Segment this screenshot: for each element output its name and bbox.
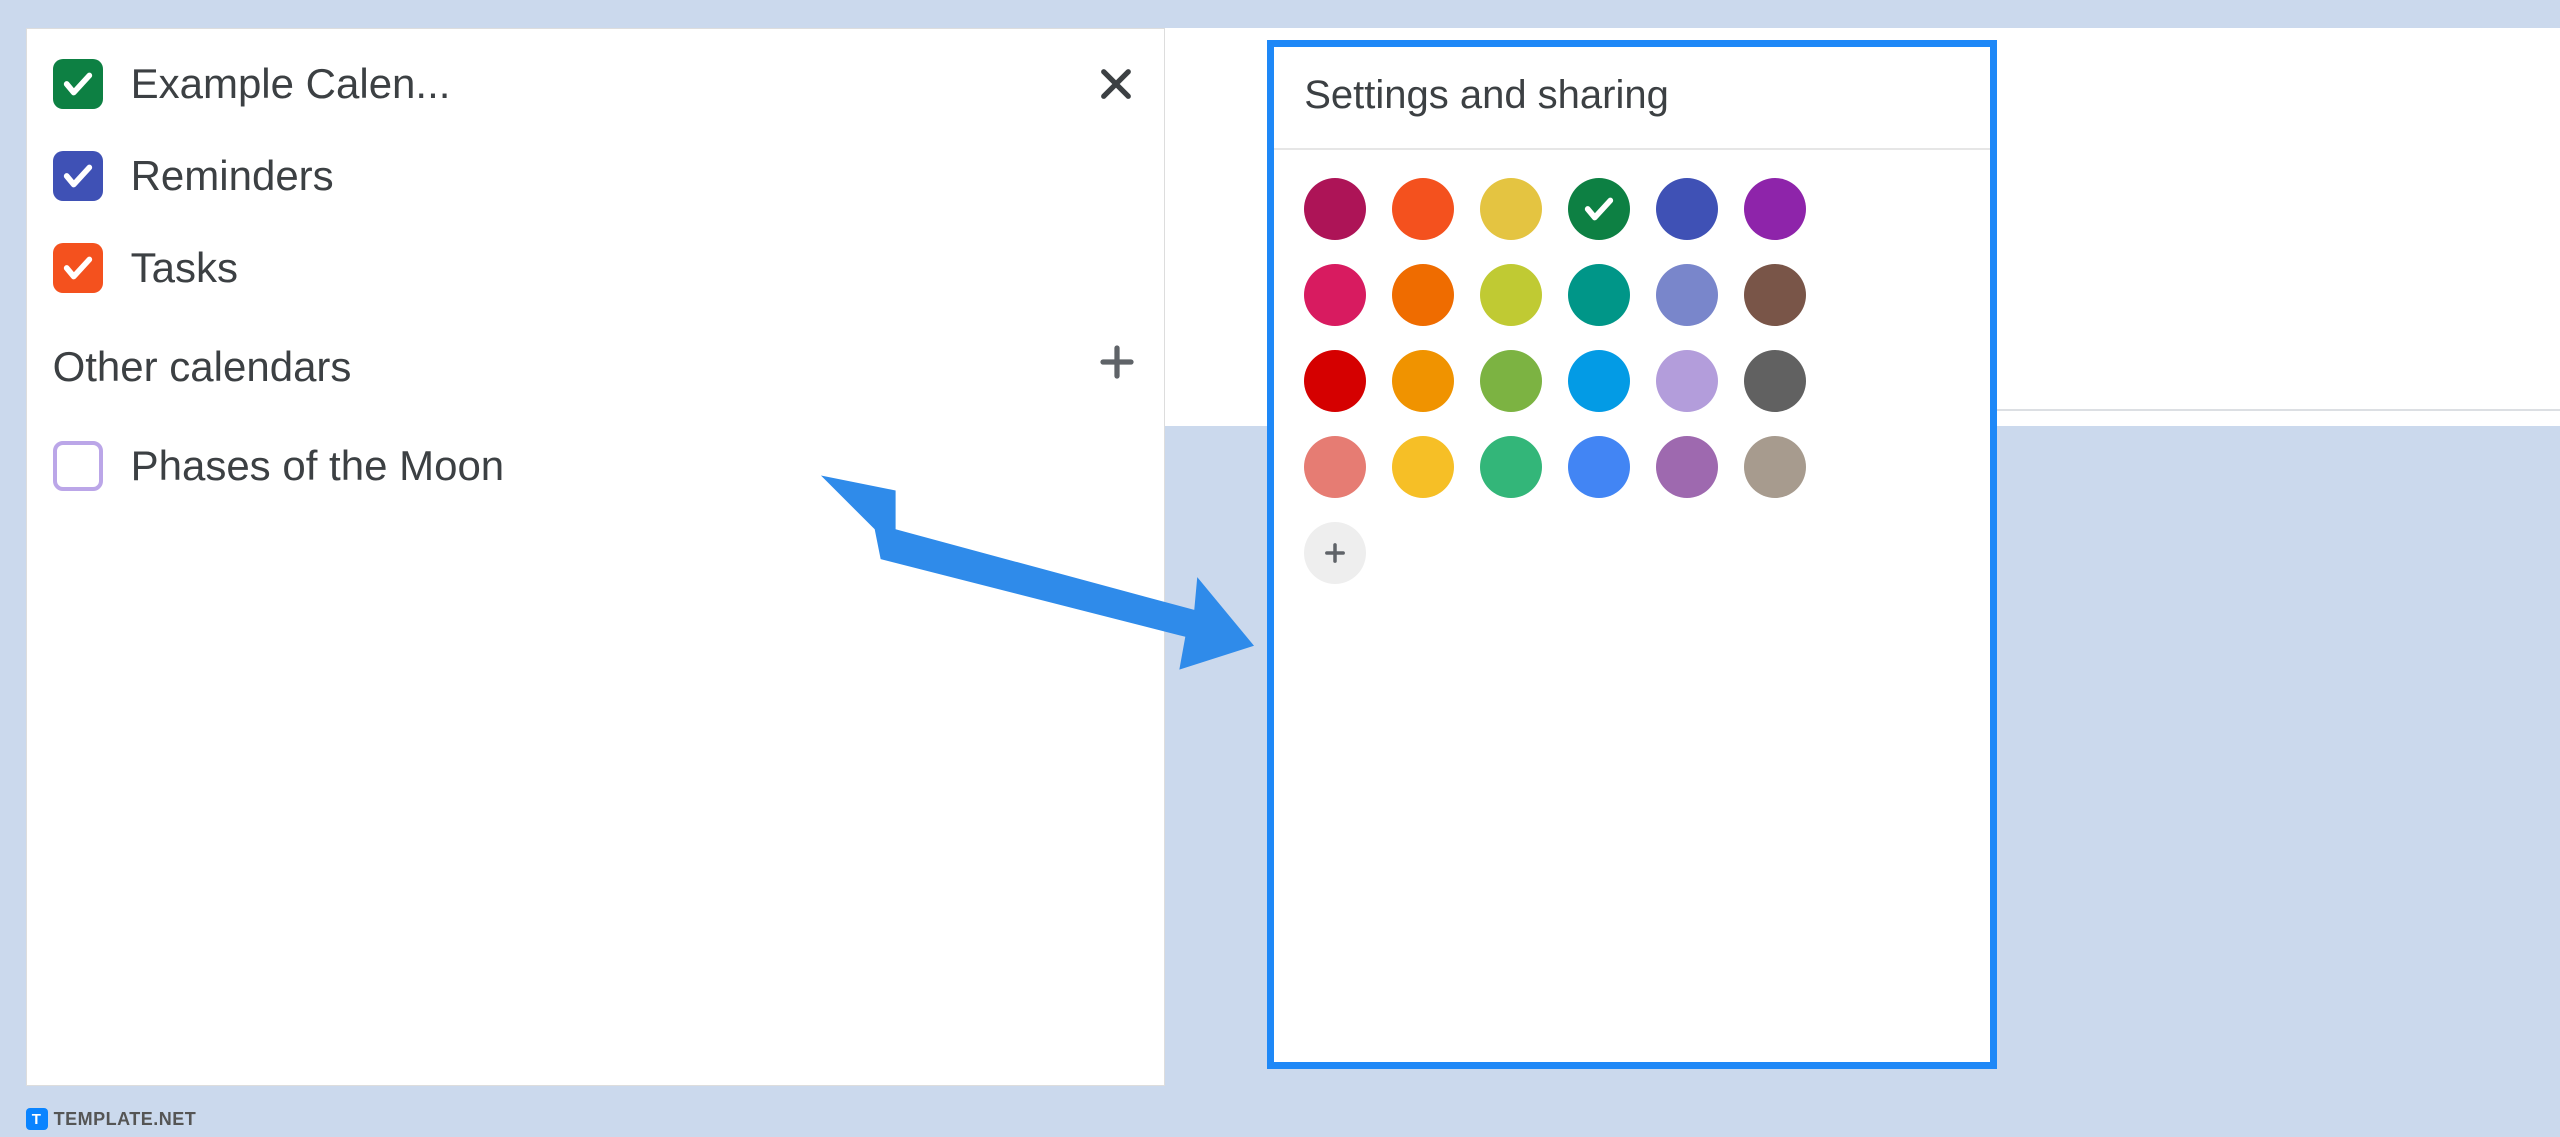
plus-icon (1321, 539, 1349, 567)
calendar-checkbox-empty[interactable] (53, 441, 103, 491)
calendar-checkbox[interactable] (53, 243, 103, 293)
checkmark-icon (1582, 192, 1616, 226)
color-swatch[interactable] (1304, 178, 1366, 240)
calendar-item-tasks[interactable]: Tasks (53, 243, 1138, 293)
color-swatch[interactable] (1568, 178, 1630, 240)
color-swatch[interactable] (1392, 178, 1454, 240)
canvas: Example Calen... Reminders Tasks Other c… (0, 0, 2560, 1137)
color-swatch[interactable] (1744, 350, 1806, 412)
color-swatch[interactable] (1304, 436, 1366, 498)
color-swatch-grid (1274, 150, 1990, 612)
calendar-label: Tasks (131, 244, 1138, 292)
color-swatch[interactable] (1568, 436, 1630, 498)
color-swatch[interactable] (1568, 350, 1630, 412)
color-swatch[interactable] (1480, 178, 1542, 240)
color-swatch[interactable] (1568, 264, 1630, 326)
color-swatch[interactable] (1480, 436, 1542, 498)
add-custom-color-button[interactable] (1304, 522, 1366, 584)
checkmark-icon (61, 251, 95, 285)
popup-title[interactable]: Settings and sharing (1274, 47, 1990, 150)
watermark: T TEMPLATE.NET (26, 1108, 197, 1130)
watermark-badge: T (26, 1108, 48, 1130)
calendar-label: Phases of the Moon (131, 442, 1138, 490)
color-swatch[interactable] (1392, 264, 1454, 326)
checkmark-icon (61, 159, 95, 193)
calendar-sidebar: Example Calen... Reminders Tasks Other c… (26, 28, 1165, 1085)
calendar-item-example[interactable]: Example Calen... (53, 59, 1138, 109)
calendar-label: Example Calen... (131, 60, 1066, 108)
add-other-calendar-button[interactable] (1096, 341, 1138, 393)
calendar-label: Reminders (131, 152, 1138, 200)
color-swatch[interactable] (1392, 436, 1454, 498)
color-swatch[interactable] (1656, 264, 1718, 326)
settings-sharing-popup: Settings and sharing (1267, 40, 1997, 1069)
color-swatch[interactable] (1656, 436, 1718, 498)
color-swatch[interactable] (1304, 350, 1366, 412)
other-calendars-label: Other calendars (53, 343, 352, 391)
watermark-text: TEMPLATE.NET (54, 1109, 197, 1130)
color-swatch[interactable] (1480, 350, 1542, 412)
calendar-item-reminders[interactable]: Reminders (53, 151, 1138, 201)
color-swatch[interactable] (1304, 264, 1366, 326)
close-icon (1095, 63, 1137, 105)
color-swatch[interactable] (1480, 264, 1542, 326)
color-swatch[interactable] (1392, 350, 1454, 412)
remove-calendar-button[interactable] (1094, 62, 1138, 106)
color-swatch[interactable] (1744, 436, 1806, 498)
other-calendars-header[interactable]: Other calendars (53, 341, 1138, 393)
calendar-checkbox[interactable] (53, 151, 103, 201)
color-swatch[interactable] (1656, 350, 1718, 412)
color-swatch[interactable] (1744, 178, 1806, 240)
calendar-item-phases-moon[interactable]: Phases of the Moon (53, 441, 1138, 491)
color-swatch[interactable] (1656, 178, 1718, 240)
color-swatch[interactable] (1744, 264, 1806, 326)
calendar-checkbox[interactable] (53, 59, 103, 109)
background-divider (1997, 409, 2560, 411)
checkmark-icon (61, 67, 95, 101)
plus-icon (1096, 341, 1138, 383)
